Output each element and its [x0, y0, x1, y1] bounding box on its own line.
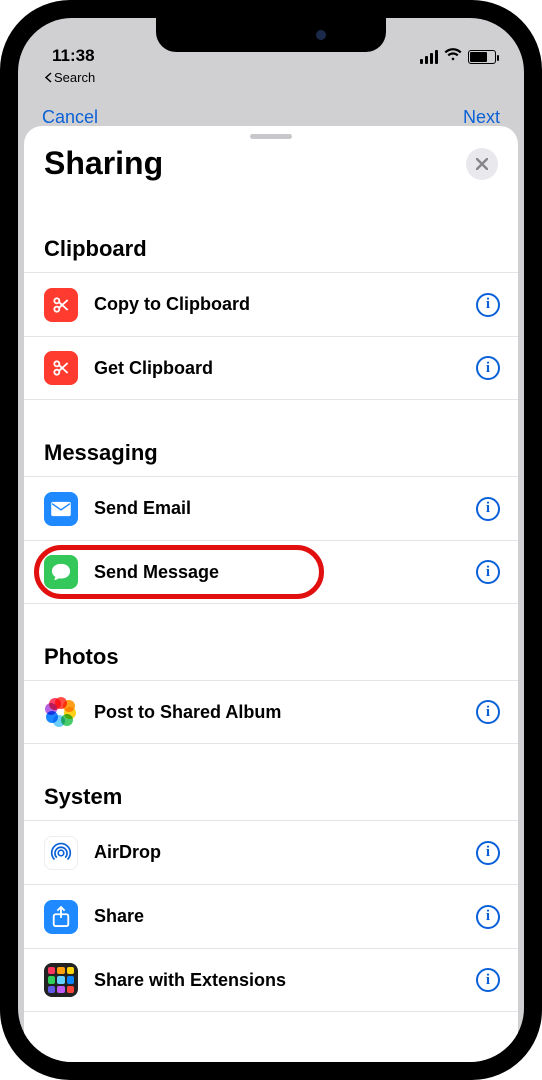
- action-label: AirDrop: [94, 842, 476, 863]
- section-header-system: System: [24, 744, 518, 820]
- close-button[interactable]: [466, 148, 498, 180]
- section-header-photos: Photos: [24, 604, 518, 680]
- section-header-messaging: Messaging: [24, 400, 518, 476]
- action-get-clipboard[interactable]: Get Clipboard i: [24, 336, 518, 400]
- message-icon: [44, 555, 78, 589]
- action-label: Share with Extensions: [94, 970, 476, 991]
- scissors-icon: [44, 288, 78, 322]
- breadcrumb-back[interactable]: Search: [44, 70, 95, 85]
- action-share-extensions[interactable]: Share with Extensions i: [24, 948, 518, 1012]
- sheet-grabber[interactable]: [250, 134, 292, 139]
- sharing-sheet: Sharing Clipboard Copy to Clipboard i: [24, 126, 518, 1062]
- info-button[interactable]: i: [476, 905, 500, 929]
- screen: 11:38 Search Cancel Next Sharing: [18, 18, 524, 1062]
- sheet-title: Sharing: [44, 145, 163, 182]
- phone-frame: 11:38 Search Cancel Next Sharing: [0, 0, 542, 1080]
- section-header-clipboard: Clipboard: [24, 200, 518, 272]
- volume-down-button: [0, 360, 2, 430]
- wifi-icon: [444, 47, 462, 66]
- info-button[interactable]: i: [476, 560, 500, 584]
- action-label: Send Email: [94, 498, 476, 519]
- airdrop-icon: [44, 836, 78, 870]
- info-button[interactable]: i: [476, 356, 500, 380]
- mail-icon: [44, 492, 78, 526]
- action-send-message[interactable]: Send Message i: [24, 540, 518, 604]
- action-airdrop[interactable]: AirDrop i: [24, 820, 518, 884]
- scissors-icon: [44, 351, 78, 385]
- volume-up-button: [0, 270, 2, 340]
- battery-icon: [468, 50, 496, 64]
- action-post-shared-album[interactable]: Post to Shared Album i: [24, 680, 518, 744]
- action-label: Send Message: [94, 562, 476, 583]
- action-label: Get Clipboard: [94, 358, 476, 379]
- info-button[interactable]: i: [476, 841, 500, 865]
- action-label: Post to Shared Album: [94, 702, 476, 723]
- extensions-icon: [44, 963, 78, 997]
- status-time: 11:38: [52, 46, 95, 66]
- photos-icon: [44, 695, 78, 729]
- action-send-email[interactable]: Send Email i: [24, 476, 518, 540]
- info-button[interactable]: i: [476, 700, 500, 724]
- info-button[interactable]: i: [476, 293, 500, 317]
- info-button[interactable]: i: [476, 968, 500, 992]
- action-copy-to-clipboard[interactable]: Copy to Clipboard i: [24, 272, 518, 336]
- breadcrumb-label: Search: [54, 70, 95, 85]
- nav-cancel[interactable]: Cancel: [42, 107, 98, 128]
- action-share[interactable]: Share i: [24, 884, 518, 948]
- nav-next[interactable]: Next: [463, 107, 500, 128]
- info-button[interactable]: i: [476, 497, 500, 521]
- action-label: Share: [94, 906, 476, 927]
- action-label: Copy to Clipboard: [94, 294, 476, 315]
- side-button: [0, 200, 2, 240]
- share-icon: [44, 900, 78, 934]
- notch: [156, 18, 386, 52]
- signal-icon: [420, 50, 438, 64]
